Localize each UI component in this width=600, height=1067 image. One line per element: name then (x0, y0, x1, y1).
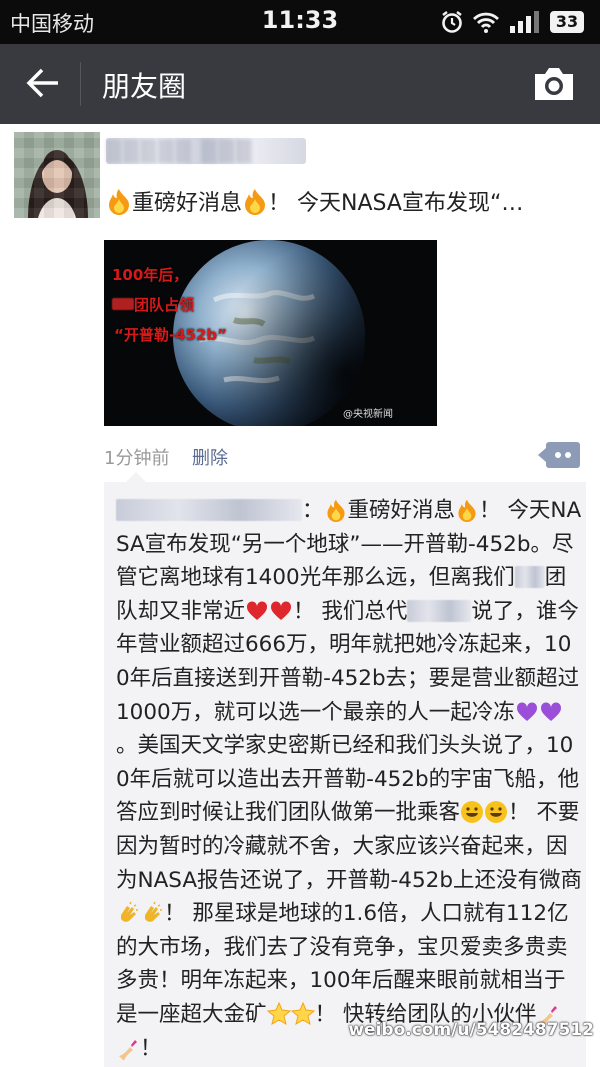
blurred-name (407, 599, 472, 622)
signal-icon (510, 11, 539, 33)
clapping-hands-emoji-icon (145, 901, 162, 922)
author-name-text: ▒▒▒▒▒ ▒▒▒ ▒▒▒ (106, 139, 254, 163)
image-watermark: @央视新闻 (343, 409, 393, 420)
avatar-mosaic (14, 132, 100, 218)
post-text-part1: 重磅好消息 (132, 191, 243, 216)
red-heart-emoji-icon (270, 601, 292, 620)
post-text-part2: ！ 今天NASA宣布发现“… (268, 191, 524, 216)
nav-bar: 朋友圈 (0, 44, 600, 124)
author-name[interactable]: ▒▒▒▒▒ ▒▒▒ ▒▒▒ (106, 138, 306, 164)
wifi-icon (473, 12, 499, 33)
moments-feed: ▒▒▒▒▒ ▒▒▒ ▒▒▒ 重磅好消息 ！ 今天NASA宣布发现“… (0, 124, 600, 1067)
post-text[interactable]: 重磅好消息 ！ 今天NASA宣布发现“… (106, 186, 586, 222)
more-comment-icon[interactable] (538, 442, 580, 468)
fire-emoji-icon (109, 189, 129, 215)
nav-divider (80, 62, 81, 106)
image-caption-3: “开普勒-452b” (114, 326, 227, 344)
comment-seg5: ！ 我们总代 (293, 598, 408, 624)
comment-box: ：重磅好消息！ 今天NASA宣布发现“另一个地球”——开普勒-452b。尽管它离… (104, 472, 586, 1067)
delete-link[interactable]: 删除 (192, 444, 228, 470)
fire-emoji-icon (245, 189, 266, 215)
camera-icon[interactable] (532, 64, 576, 104)
comment-author-blurred (116, 499, 302, 521)
purple-heart-emoji-icon (516, 702, 537, 721)
smiley-emoji-icon (461, 801, 484, 824)
fire-emoji-icon (458, 499, 476, 522)
comment-seg11: ！ (140, 1035, 162, 1061)
avatar[interactable] (14, 132, 100, 218)
glowing-star-emoji-icon (266, 1001, 291, 1025)
post-time: 1分钟前 (104, 448, 170, 469)
back-arrow-icon[interactable] (18, 58, 68, 108)
status-bar: 中国移动 11:33 33 (0, 0, 600, 44)
glowing-star-emoji-icon (290, 1001, 315, 1025)
comment-seg2: 重磅好消息 (347, 498, 456, 523)
image-caption-1: 100年后， (112, 266, 189, 284)
blurred-name (514, 566, 545, 589)
alarm-icon (442, 11, 462, 33)
comment-colon: ： (302, 498, 324, 523)
purple-heart-emoji-icon (540, 702, 561, 721)
weibo-watermark: weibo.com/u/5482487512 (348, 1020, 594, 1040)
smiley-emoji-icon (485, 801, 508, 824)
clapping-hands-emoji-icon (121, 901, 138, 922)
fire-emoji-icon (326, 499, 345, 522)
blurred-name (112, 298, 134, 310)
battery-icon: 33 (550, 11, 584, 33)
page-title: 朋友圈 (102, 70, 187, 103)
comment-text[interactable]: ：重磅好消息！ 今天NASA宣布发现“另一个地球”——开普勒-452b。尽管它离… (116, 494, 582, 1065)
status-icons: 33 (440, 8, 590, 36)
comment-dot (565, 452, 571, 458)
red-heart-emoji-icon (246, 601, 268, 620)
nail-polish-emoji-icon (119, 1039, 137, 1060)
comment-dot (555, 452, 561, 458)
post-image[interactable]: 100年后， 团队占领 “开普勒-452b” @央视新闻 (104, 240, 437, 426)
image-caption-2: 团队占领 (112, 294, 194, 315)
image-caption-2-text: 团队占领 (134, 296, 195, 314)
